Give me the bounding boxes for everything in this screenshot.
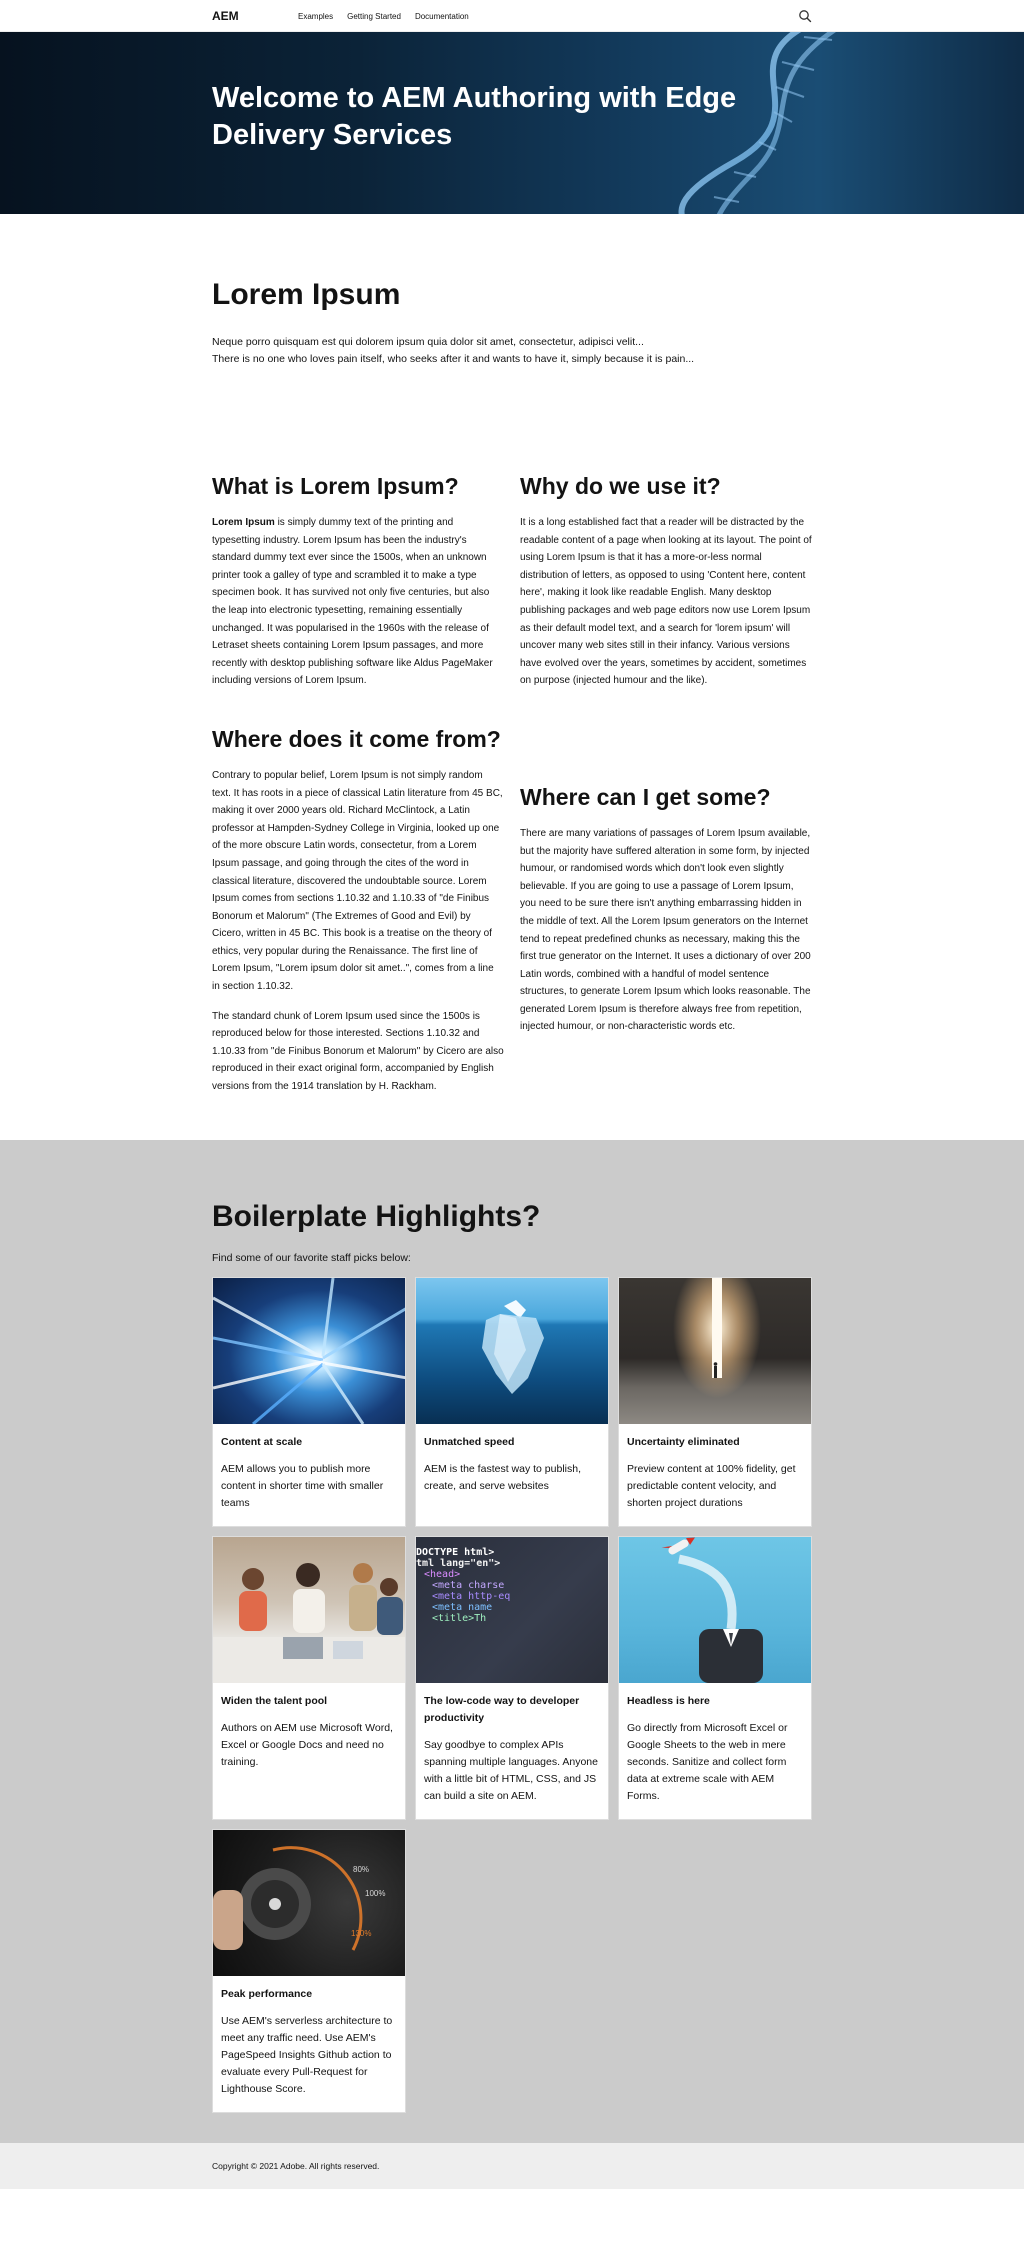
dial-label: 130%: [351, 1929, 371, 1938]
card-title: Peak performance: [221, 1987, 313, 2000]
card-headless[interactable]: Headless is here Go directly from Micros…: [618, 1535, 812, 1820]
where-get-column: Where can I get some? There are many var…: [520, 726, 812, 1108]
html-code-image: DOCTYPE html> tml lang="en"> <head> <met…: [416, 1536, 608, 1683]
card-text: Preview content at 100% fidelity, get pr…: [627, 1462, 796, 1509]
highlights-title: Boilerplate Highlights?: [212, 1199, 541, 1233]
intro-line-1: Neque porro quisquam est qui dolorem ips…: [212, 336, 644, 348]
card-low-code[interactable]: DOCTYPE html> tml lang="en"> <head> <met…: [415, 1535, 609, 1820]
card-content-at-scale[interactable]: Content at scale AEM allows you to publi…: [212, 1276, 406, 1527]
highlights-section: Boilerplate Highlights? Find some of our…: [0, 1139, 1024, 2143]
light-door-image: [619, 1277, 811, 1424]
speed-dial-image: 80% 100% 130%: [213, 1829, 405, 1976]
what-text: Lorem Ipsum is simply dummy text of the …: [212, 514, 504, 690]
card-title: Unmatched speed: [424, 1435, 515, 1448]
rocket-head-image: [619, 1536, 811, 1683]
where-get-text: There are many variations of passages of…: [520, 827, 811, 1033]
nav-documentation[interactable]: Documentation: [415, 12, 469, 21]
where-get-title: Where can I get some?: [520, 783, 771, 810]
card-text: AEM is the fastest way to publish, creat…: [424, 1462, 581, 1492]
card-uncertainty-eliminated[interactable]: Uncertainty eliminated Preview content a…: [618, 1276, 812, 1527]
iceberg-image: [416, 1277, 608, 1424]
where-from-title: Where does it come from?: [212, 725, 501, 752]
card-unmatched-speed[interactable]: Unmatched speed AEM is the fastest way t…: [415, 1276, 609, 1527]
code-line: <meta charse: [432, 1579, 505, 1591]
card-title: Content at scale: [221, 1435, 303, 1448]
intro-line-2: There is no one who loves pain itself, w…: [212, 353, 695, 365]
card-title: Widen the talent pool: [221, 1694, 328, 1707]
site-logo[interactable]: AEM: [212, 9, 298, 23]
hero-banner: Welcome to AEM Authoring with Edge Deliv…: [0, 32, 1024, 214]
card-widen-talent-pool[interactable]: Widen the talent pool Authors on AEM use…: [212, 1535, 406, 1820]
what-bold: Lorem Ipsum: [212, 517, 275, 528]
card-text: Say goodbye to complex APIs spanning mul…: [424, 1738, 598, 1802]
site-footer: Copyright © 2021 Adobe. All rights reser…: [0, 2142, 1024, 2189]
code-line: <meta http-eq: [432, 1590, 511, 1602]
card-title: Headless is here: [627, 1694, 710, 1707]
hero-title: Welcome to AEM Authoring with Edge Deliv…: [212, 82, 737, 151]
team-meeting-image: [213, 1536, 405, 1683]
why-column: Why do we use it? It is a long establish…: [520, 473, 812, 702]
intro-title: Lorem Ipsum: [212, 278, 401, 311]
intro-section: Lorem Ipsum Neque porro quisquam est qui…: [212, 214, 812, 368]
card-text: Go directly from Microsoft Excel or Goog…: [627, 1721, 788, 1802]
columns-row-2: Where does it come from? Contrary to pop…: [212, 726, 812, 1140]
main-nav: Examples Getting Started Documentation: [298, 12, 469, 21]
where-from-text-2: The standard chunk of Lorem Ipsum used s…: [212, 1010, 504, 1093]
dial-label: 100%: [365, 1889, 385, 1898]
copyright-text: Copyright © 2021 Adobe. All rights reser…: [212, 2160, 380, 2171]
code-line: <meta name: [432, 1601, 493, 1613]
why-text: It is a long established fact that a rea…: [520, 517, 812, 687]
search-icon[interactable]: [798, 9, 812, 23]
columns-row-1: What is Lorem Ipsum? Lorem Ipsum is simp…: [212, 473, 812, 702]
nav-examples[interactable]: Examples: [298, 12, 333, 21]
card-peak-performance[interactable]: 80% 100% 130% Peak performance Use AEM's…: [212, 1828, 406, 2113]
card-text: AEM allows you to publish more content i…: [221, 1462, 384, 1509]
card-title: The low-code way to developer productivi…: [424, 1694, 580, 1724]
site-header: AEM Examples Getting Started Documentati…: [0, 0, 1024, 32]
card-title: Uncertainty eliminated: [627, 1435, 740, 1448]
card-text: Authors on AEM use Microsoft Word, Excel…: [221, 1721, 393, 1768]
code-line: tml lang="en">: [416, 1557, 501, 1569]
code-line: <head>: [424, 1568, 461, 1580]
where-from-column: Where does it come from? Contrary to pop…: [212, 726, 504, 1108]
what-body: is simply dummy text of the printing and…: [212, 517, 493, 687]
why-title: Why do we use it?: [520, 473, 721, 499]
what-column: What is Lorem Ipsum? Lorem Ipsum is simp…: [212, 473, 504, 702]
speed-tunnel-image: [213, 1277, 405, 1424]
dial-label: 80%: [353, 1865, 369, 1874]
what-title: What is Lorem Ipsum?: [212, 473, 459, 499]
highlights-subtitle: Find some of our favorite staff picks be…: [212, 1251, 411, 1264]
cards-grid: Content at scale AEM allows you to publi…: [212, 1276, 812, 2113]
where-from-text-1: Contrary to popular belief, Lorem Ipsum …: [212, 769, 503, 993]
card-text: Use AEM's serverless architecture to mee…: [221, 2014, 393, 2095]
code-line: DOCTYPE html>: [416, 1546, 495, 1558]
nav-getting-started[interactable]: Getting Started: [347, 12, 401, 21]
code-line: <title>Th: [432, 1612, 487, 1624]
